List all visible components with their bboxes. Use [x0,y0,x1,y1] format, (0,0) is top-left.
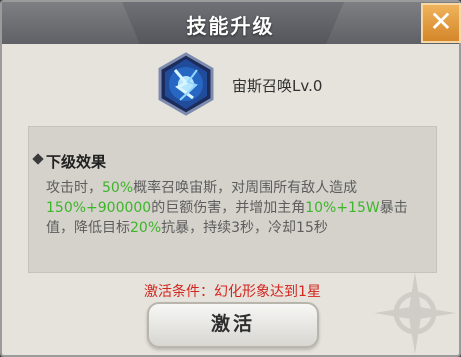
dialog-header: 技能升级 ✕ [2,2,461,44]
effect-text: 的巨额伤害，并增加主角 [151,200,306,216]
lightning-crystal-icon [158,52,214,116]
effect-text: 攻击时， [46,180,102,196]
close-button[interactable]: ✕ [421,3,461,43]
activate-button[interactable]: 激活 [147,302,319,348]
skill-upgrade-dialog: 技能升级 ✕ 宙斯召唤Lv.0 下级效果 攻击时，50%概率召唤宙斯，对周围所有… [0,0,461,357]
effect-description: 攻击时，50%概率召唤宙斯，对周围所有敌人造成 150%+900000的巨额伤害，… [46,178,428,238]
effect-highlight: 20% [130,220,162,236]
dialog-title: 技能升级 [186,14,275,38]
decorative-star-icon [374,272,456,354]
effect-highlight: 150%+900000 [46,200,152,216]
skill-name: 宙斯召唤Lv.0 [232,77,323,95]
effect-text: 概率召唤宙斯，对周围所有敌人造成 [133,180,358,196]
effect-title: 下级效果 [46,153,107,171]
close-icon: ✕ [429,5,453,38]
effect-highlight: 50% [102,180,134,196]
effect-highlight: 10%+15W [305,200,380,216]
effect-text: 抗暴，持续3秒，冷却15秒 [161,220,328,236]
